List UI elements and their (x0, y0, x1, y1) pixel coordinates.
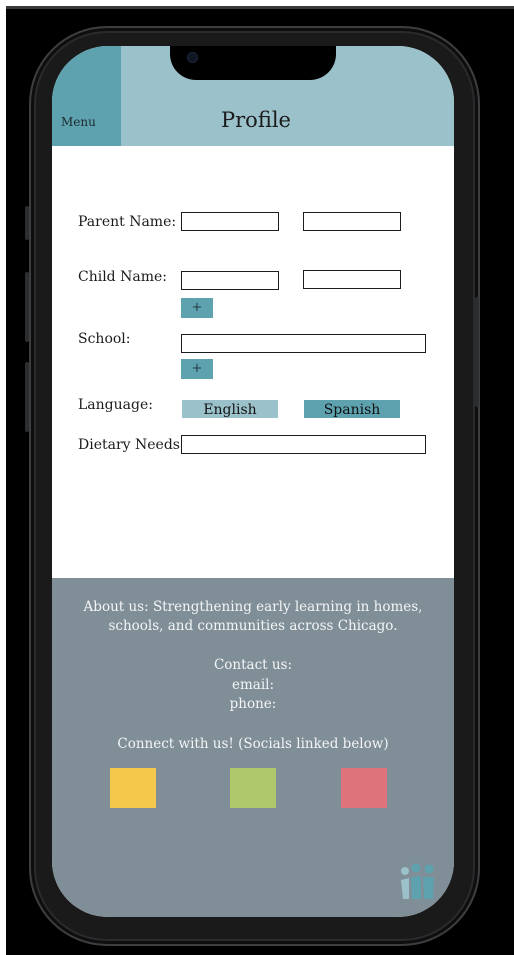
top-border (6, 6, 514, 9)
page-title: Profile (52, 108, 454, 132)
school-label: School: (78, 331, 131, 347)
school-input[interactable] (181, 334, 426, 353)
page-title-text: Profile (221, 108, 291, 132)
app-screen: Menu Profile Parent Name: Child Name: + … (52, 46, 454, 917)
dietary-needs-label: Dietary Needs: (78, 437, 185, 453)
about-us-line-2: schools, and communities across Chicago. (108, 618, 398, 634)
english-language-button[interactable]: English (182, 400, 278, 418)
connect-text: Connect with us! (Socials linked below) (117, 736, 389, 752)
volume-down-button (25, 362, 29, 432)
volume-up-button (25, 272, 29, 342)
language-label: Language: (78, 397, 153, 413)
add-child-button[interactable]: + (181, 298, 213, 318)
spanish-language-button[interactable]: Spanish (304, 400, 400, 418)
phone-label: phone: (229, 696, 277, 712)
social-link-1[interactable] (110, 768, 156, 808)
social-link-2[interactable] (230, 768, 276, 808)
add-school-button[interactable]: + (181, 359, 213, 379)
child-first-name-input[interactable] (181, 271, 279, 290)
about-us-line-1: About us: Strengthening early learning i… (83, 599, 423, 615)
phone-notch (170, 46, 336, 80)
contact-heading: Contact us: (213, 657, 293, 673)
child-last-name-input[interactable] (303, 270, 401, 289)
footer: About us: Strengthening early learning i… (52, 578, 454, 917)
mute-switch (25, 206, 29, 240)
parent-name-label: Parent Name: (78, 214, 177, 230)
parent-first-name-input[interactable] (181, 212, 279, 231)
dietary-needs-input[interactable] (181, 435, 426, 454)
email-label: email: (231, 677, 275, 693)
parent-last-name-input[interactable] (303, 212, 401, 231)
social-link-3[interactable] (341, 768, 387, 808)
child-name-label: Child Name: (78, 269, 167, 285)
family-logo-icon (401, 863, 434, 899)
camera-icon (187, 52, 198, 63)
power-button (475, 297, 479, 407)
